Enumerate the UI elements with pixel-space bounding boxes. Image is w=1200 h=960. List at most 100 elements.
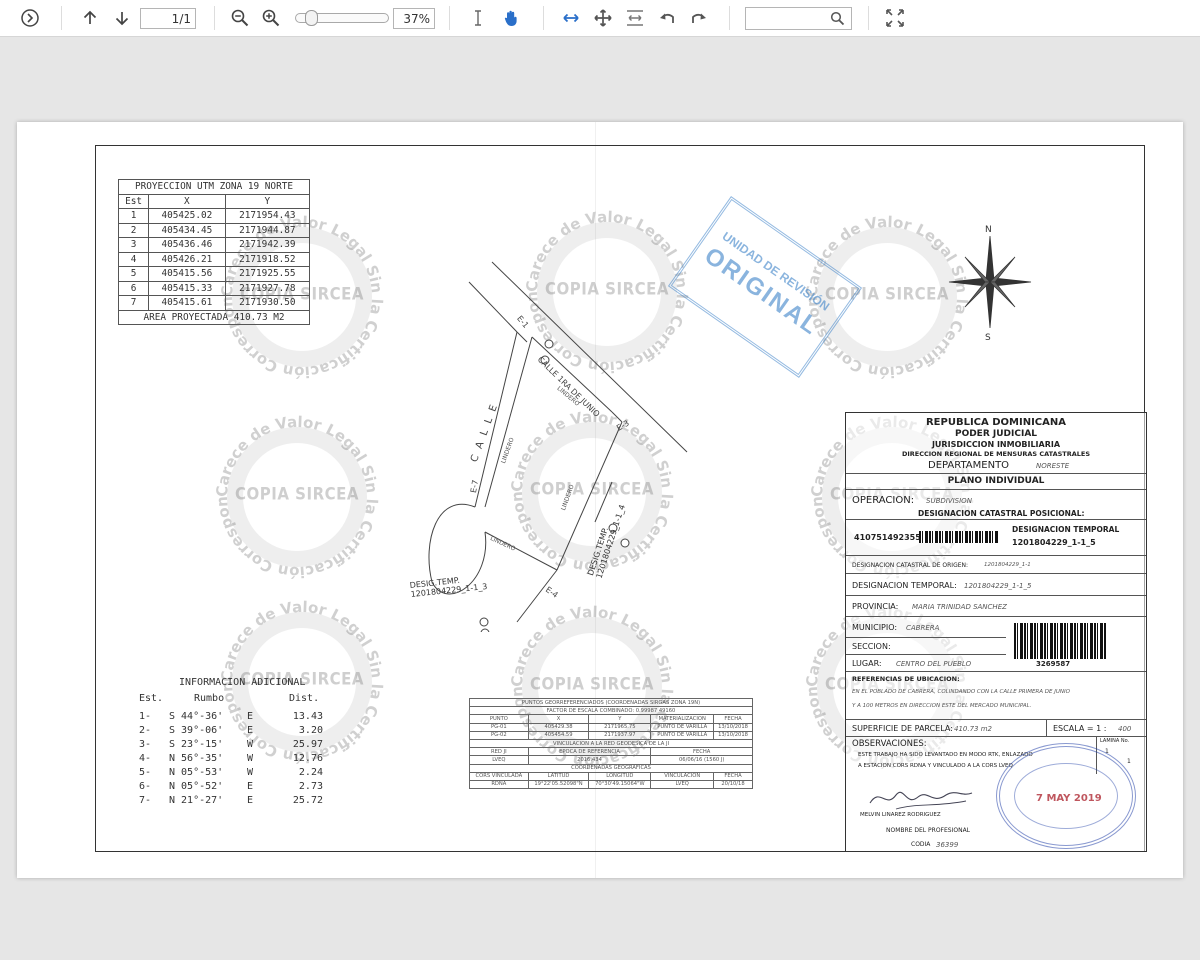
info-header-est: Est. xyxy=(139,693,164,704)
referencias-line1: EN EL POBLADO DE CABRERA, COLINDANDO CON… xyxy=(852,689,1070,695)
cell: 7- xyxy=(139,795,152,806)
temporal-value: 1201804229_1-1_5 xyxy=(964,582,1032,590)
undo-button[interactable] xyxy=(656,6,678,30)
cell: 25.97 xyxy=(292,739,323,750)
superficie-value: 410.73 m2 xyxy=(954,725,992,733)
search-field[interactable] xyxy=(745,7,852,30)
cell: 1- xyxy=(139,711,152,722)
search-button[interactable] xyxy=(830,11,845,30)
redo-button[interactable] xyxy=(688,6,710,30)
municipio-value: CABRERA xyxy=(906,624,940,632)
cell: 2171965.75 xyxy=(588,722,652,732)
title-block-rule xyxy=(846,654,1006,655)
cell: 2171942.39 xyxy=(224,237,311,253)
cell: W xyxy=(247,739,254,750)
cell: 12.76 xyxy=(292,753,323,764)
cell: W xyxy=(247,753,254,764)
cell: 4- xyxy=(139,753,152,764)
title-direccion: DIRECCION REGIONAL DE MENSURAS CATASTRAL… xyxy=(901,450,1091,458)
cell: 405434.45 xyxy=(148,222,226,238)
toolbar-separator xyxy=(868,6,869,30)
designacion-temporal-value: 1201804229_1-1_5 xyxy=(1012,538,1096,547)
zoom-in-button[interactable] xyxy=(260,6,282,30)
lamina-label: LAMINA No. xyxy=(1100,738,1130,744)
fit-page-button[interactable] xyxy=(624,6,646,30)
cell: 5- xyxy=(139,767,152,778)
seccion-label: SECCION: xyxy=(852,642,891,651)
cell: PG-02 xyxy=(469,730,529,740)
seal-date: 7 MAY 2019 xyxy=(1036,793,1102,804)
coords-geo-title: COORDENADAS GEOGRAFICAS xyxy=(469,763,753,773)
coords-header: PUNTO xyxy=(469,714,529,724)
text-select-tool[interactable] xyxy=(468,6,488,30)
title-poder: PODER JUDICIAL xyxy=(954,429,1038,439)
cell: 3- xyxy=(139,739,152,750)
toolbar-separator xyxy=(214,6,215,30)
page-number-field[interactable]: 1/1 xyxy=(140,8,196,29)
sidebar-toggle-button[interactable] xyxy=(18,6,42,30)
table-row: 3 405436.46 2171942.39 xyxy=(117,237,311,253)
info-row: 6- N 05°-52' E 2.73 xyxy=(139,781,323,792)
move-button[interactable] xyxy=(592,6,614,30)
fit-width-button[interactable] xyxy=(560,6,582,30)
cell: N 05°-53' xyxy=(169,767,224,778)
escala-label: ESCALA = 1 : xyxy=(1053,724,1107,733)
info-row: 5- N 05°-53' W 2.24 xyxy=(139,767,323,778)
georeferenced-points-table: PUNTOS GEORREFERENCIADOS (COORDENADAS SI… xyxy=(469,697,753,790)
cell: 7 xyxy=(117,295,150,311)
info-row: 2- S 39°-06' E 3.20 xyxy=(139,725,323,736)
info-row: 7- N 21°-27' E 25.72 xyxy=(139,795,323,806)
cell: 6 xyxy=(117,280,150,296)
zoom-slider-thumb[interactable] xyxy=(304,10,318,26)
cell: RDNA xyxy=(469,779,529,790)
previous-page-button[interactable] xyxy=(79,6,101,30)
origen-value: 1201804229_1-1 xyxy=(984,562,1031,568)
search-input[interactable] xyxy=(749,9,831,29)
title-block-rule xyxy=(846,616,1146,617)
vertex-marker xyxy=(620,538,630,548)
fit-width-icon xyxy=(563,13,579,23)
street-edge-line xyxy=(468,281,518,333)
superficie-label: SUPERFICIE DE PARCELA: xyxy=(852,724,953,733)
compass-south-label: S xyxy=(985,333,991,342)
zoom-percent-field[interactable]: 37% xyxy=(393,8,435,29)
fullscreen-icon xyxy=(886,9,904,27)
hand-tool[interactable] xyxy=(500,6,522,30)
observaciones-line2: A ESTACION CORS RDNA Y VINCULADO A LA CO… xyxy=(858,763,1013,769)
vinc-header: EPOCA DE REFERENCIA xyxy=(527,747,652,757)
cell: S 23°-15' xyxy=(169,739,224,750)
utm-coordinates-table: PROYECCION UTM ZONA 19 NORTE Est X Y 1 40… xyxy=(117,179,311,325)
vertex-marker xyxy=(544,339,554,349)
table-row: 4 405426.21 2171918.52 xyxy=(117,251,311,267)
move-icon xyxy=(594,9,612,27)
title-republica: REPUBLICA DOMINICANA xyxy=(925,417,1066,428)
cell: LVEQ xyxy=(469,755,529,765)
zoom-out-button[interactable] xyxy=(229,6,251,30)
cell: 2171954.43 xyxy=(224,208,311,224)
zoom-out-icon xyxy=(231,9,249,27)
page-current[interactable]: 1 xyxy=(155,12,180,26)
nombre-profesional-label: NOMBRE DEL PROFESIONAL xyxy=(886,827,971,834)
designacion-catastral-header: DESIGNACION CATASTRAL POSICIONAL: xyxy=(918,509,1085,518)
cell: 2016.434 xyxy=(527,755,652,765)
fullscreen-button[interactable] xyxy=(884,6,906,30)
cell: E xyxy=(247,725,254,736)
cell: N 56°-35' xyxy=(169,753,224,764)
cell: 3.20 xyxy=(298,725,323,736)
vertex-marker xyxy=(479,617,489,627)
cell: 06/06/16 (1560 J) xyxy=(650,755,753,765)
toolbar-separator xyxy=(61,6,62,30)
cell: 2171925.55 xyxy=(224,266,311,282)
cell: 70°30'49.15064"W xyxy=(588,779,652,790)
title-block-rule xyxy=(846,573,1146,574)
next-page-button[interactable] xyxy=(111,6,133,30)
cell: 13/10/2018 xyxy=(713,722,753,732)
info-header-rumbo: Rumbo xyxy=(194,693,225,704)
hand-icon xyxy=(504,10,517,26)
geo-header: VINCULACION xyxy=(650,771,715,781)
pdf-page[interactable]: COPIA SIRCEA COPIA SIRCEA COPIA SIRCEA C… xyxy=(17,122,1183,878)
table-row: RDNA 19°22'05.52098"N 70°30'49.15064"W L… xyxy=(469,779,753,790)
geo-header: FECHA xyxy=(713,771,753,781)
title-block: REPUBLICA DOMINICANA PODER JUDICIAL JURI… xyxy=(845,412,1147,852)
cell: 19°22'05.52098"N xyxy=(527,779,590,790)
